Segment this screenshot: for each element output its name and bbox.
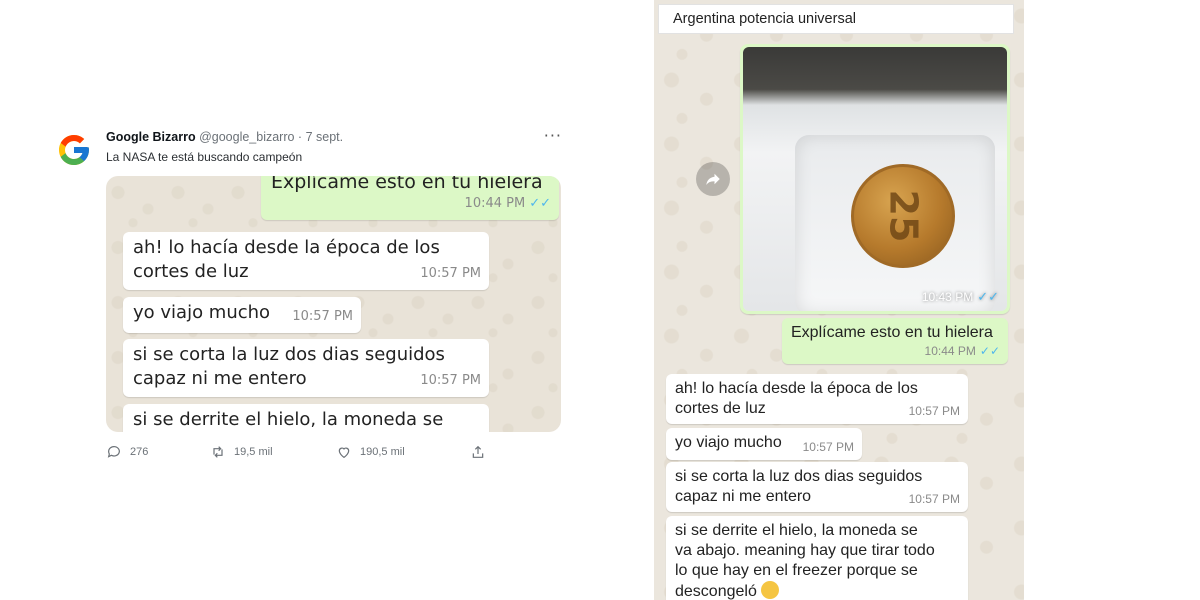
tweet-text: La NASA te está buscando campeón	[106, 150, 303, 164]
bubble-time: 10:57 PM	[420, 266, 481, 281]
chat-bubble: si se corta la luz dos dias seguidos cap…	[123, 339, 489, 397]
bubble-time: 10:57 PM	[908, 404, 960, 418]
heart-icon	[338, 447, 350, 459]
whatsapp-chat: Argentina potencia universal 25 10:43 PM…	[654, 0, 1024, 600]
coin: 25	[851, 164, 955, 268]
forward-button[interactable]	[696, 162, 730, 196]
read-ticks-icon: ✓✓	[529, 196, 551, 211]
tweet-header: Google Bizarro @google_bizarro · 7 sept.	[106, 130, 343, 144]
chat-bubble: si se corta la luz dos dias seguidos cap…	[666, 462, 968, 512]
coin-photo[interactable]: 25 10:43 PM ✓✓	[743, 47, 1007, 311]
coin-value: 25	[880, 189, 925, 243]
retweet-count: 19,5 mil	[234, 446, 273, 458]
bubble-text: si se derrite el hielo, la moneda se	[133, 409, 444, 430]
like-button[interactable]: 190,5 mil	[336, 444, 405, 460]
bubble-text: si se corta la luz dos dias seguidos	[675, 468, 923, 485]
reply-count: 276	[130, 446, 149, 458]
bubble-time: 10:57 PM	[908, 492, 960, 506]
share-icon	[472, 445, 484, 458]
reply-button[interactable]: 276	[106, 444, 148, 460]
chat-bubble: yo viajo mucho 10:57 PM	[123, 297, 361, 333]
emoji-icon	[761, 581, 780, 599]
share-button[interactable]	[470, 444, 486, 460]
bubble-text: ah! lo hacía desde la época de los	[675, 380, 918, 397]
chat-bubble: si se derrite el hielo, la moneda se	[123, 404, 489, 432]
chat-bubble-outgoing: Explícame esto en tu hielera 10:44 PM ✓✓	[782, 318, 1008, 364]
bubble-text: lo que hay en el freezer porque se	[675, 562, 918, 579]
bubble-time: 10:44 PM ✓✓	[464, 196, 551, 211]
like-count: 190,5 mil	[360, 446, 405, 458]
chat-bubble: yo viajo mucho 10:57 PM	[666, 428, 862, 460]
author-meta[interactable]: @google_bizarro · 7 sept.	[199, 130, 343, 144]
bubble-text: descongeló	[675, 583, 757, 600]
chat-bubble: ah! lo hacía desde la época de los corte…	[123, 232, 489, 290]
image-message[interactable]: 25 10:43 PM ✓✓	[740, 44, 1010, 314]
bubble-time: 10:44 PM ✓✓	[924, 344, 1000, 358]
chat-bubble: si se derrite el hielo, la moneda se va …	[666, 516, 968, 600]
tweet-card: Google Bizarro @google_bizarro · 7 sept.…	[56, 126, 566, 471]
bubble-time: 10:57 PM	[292, 309, 353, 324]
google-logo-icon[interactable]	[56, 132, 92, 168]
bubble-time: 10:57 PM	[802, 440, 854, 454]
chat-bubble-outgoing: Explícame esto en tu hielera 10:44 PM ✓✓	[261, 176, 559, 220]
read-ticks-icon: ✓✓	[977, 289, 999, 304]
more-options-icon[interactable]: ···	[544, 126, 562, 145]
chat-title[interactable]: Argentina potencia universal	[673, 11, 856, 27]
chat-header[interactable]: Argentina potencia universal	[658, 4, 1014, 34]
author-name[interactable]: Google Bizarro	[106, 130, 196, 144]
bubble-text: si se corta la luz dos dias seguidos	[133, 344, 445, 365]
tweet-media[interactable]: Explícame esto en tu hielera 10:44 PM ✓✓ …	[106, 176, 561, 432]
retweet-icon	[213, 446, 223, 458]
bubble-time: 10:57 PM	[420, 373, 481, 388]
bubble-text: Explícame esto en tu hielera	[791, 324, 993, 341]
retweet-button[interactable]: 19,5 mil	[210, 444, 273, 460]
bubble-text: si se derrite el hielo, la moneda se	[675, 522, 918, 539]
reply-icon	[107, 446, 120, 458]
forward-icon	[706, 173, 720, 185]
read-ticks-icon: ✓✓	[979, 344, 1000, 358]
bubble-text: va abajo. meaning hay que tirar todo	[675, 542, 935, 559]
bubble-text: Explícame esto en tu hielera	[271, 176, 543, 193]
image-time: 10:43 PM ✓✓	[921, 289, 999, 304]
bubble-text: ah! lo hacía desde la época de los	[133, 237, 440, 258]
chat-bubble: ah! lo hacía desde la época de los corte…	[666, 374, 968, 424]
